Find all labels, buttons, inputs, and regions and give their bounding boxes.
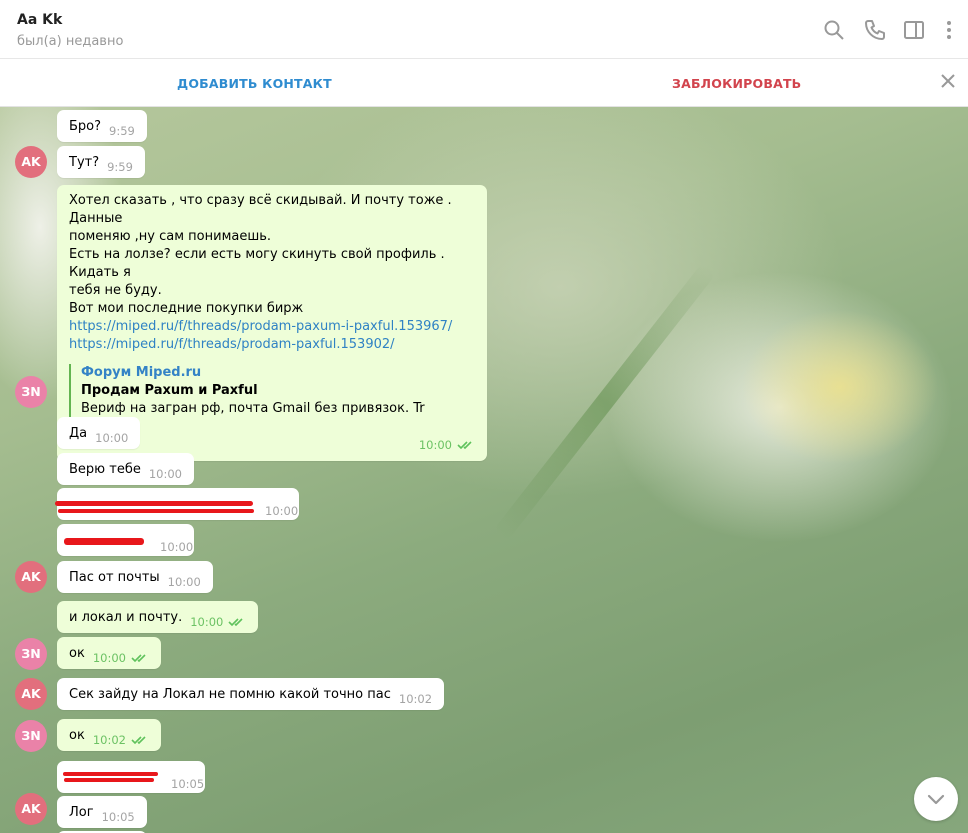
preview-site-name: Форум Miped.ru (81, 365, 202, 380)
avatar[interactable]: AK (15, 793, 47, 825)
chat-header: Aa Kk был(а) недавно (0, 0, 968, 59)
avatar[interactable]: ЗN (15, 720, 47, 752)
message-time: 10:00 (95, 431, 129, 445)
message-time: 9:59 (107, 160, 133, 174)
message-time: 10:02 (92, 733, 126, 747)
message-time: 10:00 (418, 438, 452, 452)
preview-title: Продам Paxum и Paxful (81, 383, 258, 398)
add-contact-button[interactable]: ДОБАВИТЬ КОНТАКТ (177, 76, 332, 91)
message-text: Бро? (69, 119, 102, 134)
double-check-icon (131, 653, 149, 663)
scroll-to-bottom-button[interactable] (914, 777, 958, 821)
message-list[interactable]: Бро? 9:59 AK Тут? 9:59 ЗN Хотел сказать , … (0, 107, 968, 833)
message-time: 10:00 (167, 575, 201, 589)
message-bubble[interactable]: ок 10:02 (57, 719, 161, 751)
double-check-icon (457, 440, 475, 450)
message-text: Есть на лолзе? если есть могу скинуть св… (69, 247, 445, 280)
redaction-mark (64, 538, 144, 545)
block-user-button[interactable]: ЗАБЛОКИРОВАТЬ (672, 76, 801, 91)
message-time: 10:05 (101, 810, 135, 824)
message-time: 10:05 (171, 777, 205, 791)
message-bubble[interactable]: Бро? 9:59 (57, 110, 147, 142)
message-text: Пас от почты (69, 570, 160, 585)
preview-description: Вериф на загран рф, почта Gmail без прив… (81, 401, 425, 434)
message-bubble[interactable]: Сек зайду на Локал не помню какой точно … (57, 678, 445, 710)
message-bubble[interactable]: и локал и почту. 10:00 (57, 601, 259, 633)
redaction-mark (55, 501, 253, 506)
message-bubble[interactable]: Да 10:00 (57, 417, 141, 449)
message-bubble[interactable]: Верю тебе 10:00 (57, 453, 194, 485)
message-bubble[interactable]: 10:05 (57, 761, 205, 793)
message-text: Сек зайду на Локал не помню какой точно … (69, 687, 391, 702)
message-text: поменяю ,ну сам понимаешь. (69, 229, 272, 244)
wallpaper-decoration (492, 262, 717, 542)
double-check-icon (131, 735, 149, 745)
message-text: Тут? (69, 155, 100, 170)
message-link[interactable]: https://miped.ru/f/threads/prodam-paxum-… (69, 318, 475, 336)
redaction-mark (64, 778, 154, 782)
chat-status: был(а) недавно (17, 34, 124, 49)
message-text: Вот мои последние покупки бирж (69, 301, 304, 316)
message-time: 10:02 (398, 692, 433, 706)
contact-action-bar: ДОБАВИТЬ КОНТАКТ ЗАБЛОКИРОВАТЬ (0, 59, 968, 107)
phone-icon[interactable] (863, 18, 887, 42)
message-link[interactable]: https://miped.ru/f/threads/prodam-paxful… (69, 336, 475, 354)
message-bubble[interactable]: Тут? 9:59 (57, 146, 145, 178)
message-time: 10:00 (190, 615, 224, 629)
message-time: 10:00 (160, 540, 194, 554)
avatar[interactable]: ЗN (15, 376, 47, 408)
message-bubble[interactable]: Пас от почты 10:00 (57, 561, 213, 593)
message-time: 9:59 (109, 124, 135, 138)
message-text: Да (69, 426, 88, 441)
avatar[interactable]: ЗN (15, 638, 47, 670)
search-icon[interactable] (822, 18, 846, 42)
redaction-mark (63, 772, 158, 776)
message-bubble[interactable]: Лог 10:05 (57, 796, 147, 828)
avatar[interactable]: AK (15, 678, 47, 710)
message-time: 10:00 (265, 504, 299, 518)
message-text: Верю тебе (69, 462, 141, 477)
redaction-mark (58, 509, 254, 513)
avatar[interactable]: AK (15, 146, 47, 178)
message-text: ок (69, 728, 85, 743)
more-vertical-icon[interactable] (937, 18, 961, 42)
message-text: и локал и почту. (69, 610, 183, 625)
message-bubble[interactable]: ок 10:00 (57, 637, 161, 669)
sidebar-toggle-icon[interactable] (902, 18, 926, 42)
message-text: ок (69, 646, 85, 661)
message-text: тебя не буду. (69, 283, 162, 298)
message-text: Лог (69, 805, 94, 820)
message-text: Хотел сказать , что сразу всё скидывай. … (69, 193, 452, 226)
chat-title[interactable]: Aa Kk (17, 12, 62, 28)
double-check-icon (228, 617, 246, 627)
message-time: 10:00 (92, 651, 126, 665)
close-icon[interactable] (938, 71, 958, 91)
message-time: 10:00 (148, 467, 182, 481)
avatar[interactable]: AK (15, 561, 47, 593)
